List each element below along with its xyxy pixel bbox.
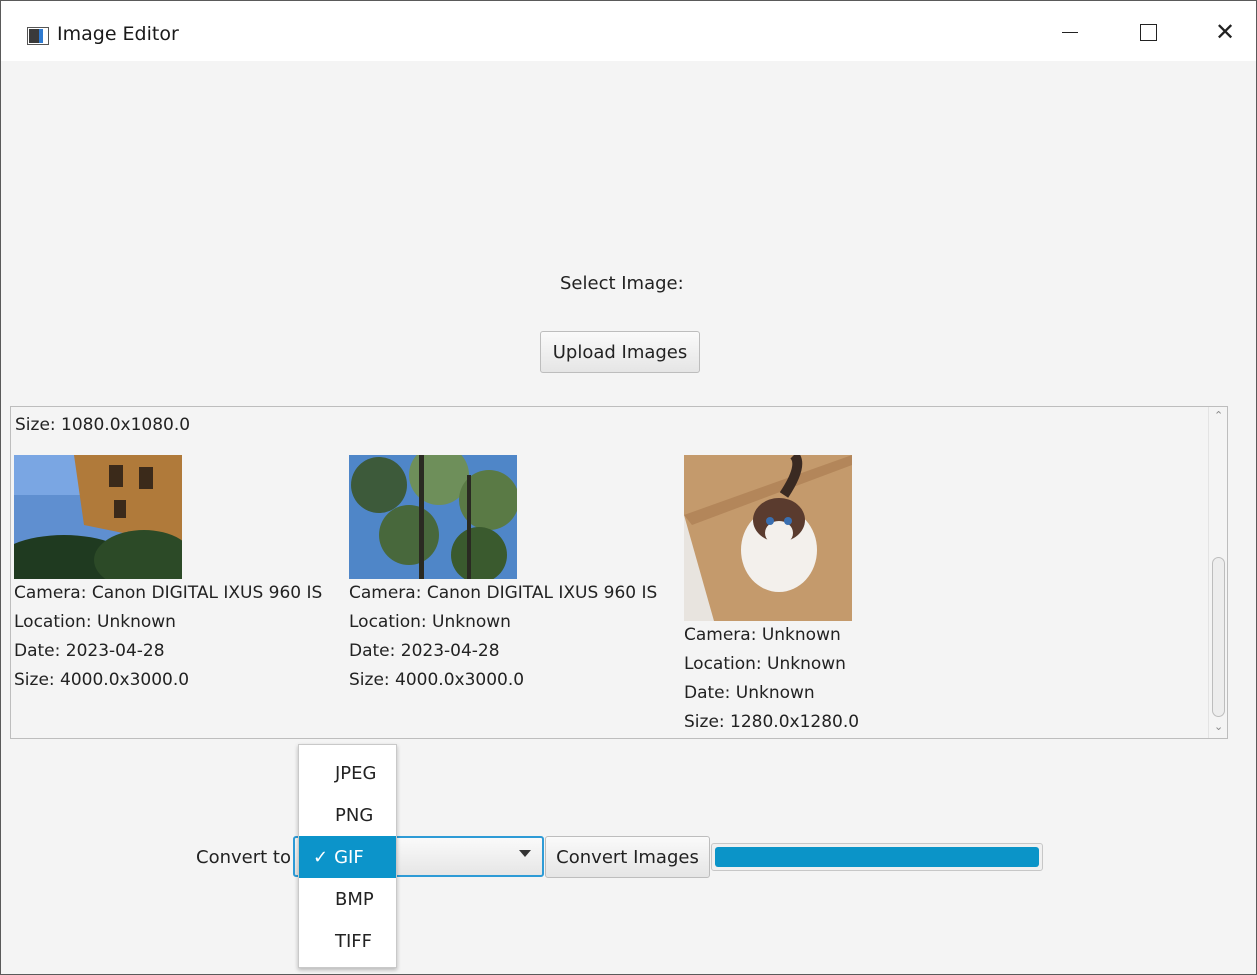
scroll-up-icon[interactable]: ⌃ [1214,409,1223,422]
image-card[interactable]: Camera: Canon DIGITAL IXUS 960 IS Locati… [349,455,657,695]
window-title: Image Editor [57,23,179,45]
close-icon: ✕ [1214,18,1236,46]
upload-images-button[interactable]: Upload Images [540,331,700,373]
format-option-gif[interactable]: ✓ GIF [299,836,396,878]
title-bar: Image Editor ✕ [1,1,1256,61]
minimize-button[interactable] [1047,15,1093,49]
scroll-down-icon[interactable]: ⌄ [1214,720,1223,733]
checkmark-icon: ✓ [313,846,329,868]
chevron-down-icon [519,850,531,857]
format-option-jpeg[interactable]: JPEG [299,752,396,794]
date-label: Date: Unknown [684,683,815,703]
image-thumbnail[interactable] [349,455,517,579]
size-label: Size: 1280.0x1280.0 [684,712,860,732]
minimize-icon [1062,31,1078,33]
maximize-icon [1139,23,1157,41]
convert-to-label: Convert to: [196,847,298,868]
app-icon [27,27,49,45]
camera-label: Camera: Canon DIGITAL IXUS 960 IS [14,583,323,603]
location-label: Location: Unknown [349,612,511,632]
date-label: Date: 2023-04-28 [14,641,165,661]
format-option-png[interactable]: PNG [299,794,396,836]
vertical-scrollbar[interactable]: ⌃ ⌄ [1208,407,1227,738]
format-option-tiff[interactable]: TIFF [299,920,396,962]
camera-label: Camera: Canon DIGITAL IXUS 960 IS [349,583,658,603]
camera-label: Camera: Unknown [684,625,841,645]
app-window: Image Editor ✕ Select Image: Upload Imag… [0,0,1257,975]
maximize-button[interactable] [1125,15,1171,49]
convert-images-button[interactable]: Convert Images [545,836,710,878]
select-image-label: Select Image: [560,273,684,294]
size-label: Size: 4000.0x3000.0 [349,670,525,690]
partial-size-label: Size: 1080.0x1080.0 [15,415,191,435]
image-card[interactable]: Camera: Canon DIGITAL IXUS 960 IS Locati… [14,455,322,695]
format-option-bmp[interactable]: BMP [299,878,396,920]
date-label: Date: 2023-04-28 [349,641,500,661]
close-button[interactable]: ✕ [1202,15,1248,49]
image-thumbnail[interactable] [14,455,182,579]
progress-fill [715,847,1039,867]
scrollbar-thumb[interactable] [1212,557,1225,717]
image-thumbnail[interactable] [684,455,852,621]
image-gallery[interactable]: Size: 1080.0x1080.0 Camera: Canon DIGITA… [10,406,1228,739]
conversion-progress-bar [711,843,1043,871]
size-label: Size: 4000.0x3000.0 [14,670,190,690]
location-label: Location: Unknown [684,654,846,674]
location-label: Location: Unknown [14,612,176,632]
format-dropdown-list[interactable]: JPEG PNG ✓ GIF BMP TIFF [298,744,397,968]
image-card[interactable]: Camera: Unknown Location: Unknown Date: … [684,455,859,737]
